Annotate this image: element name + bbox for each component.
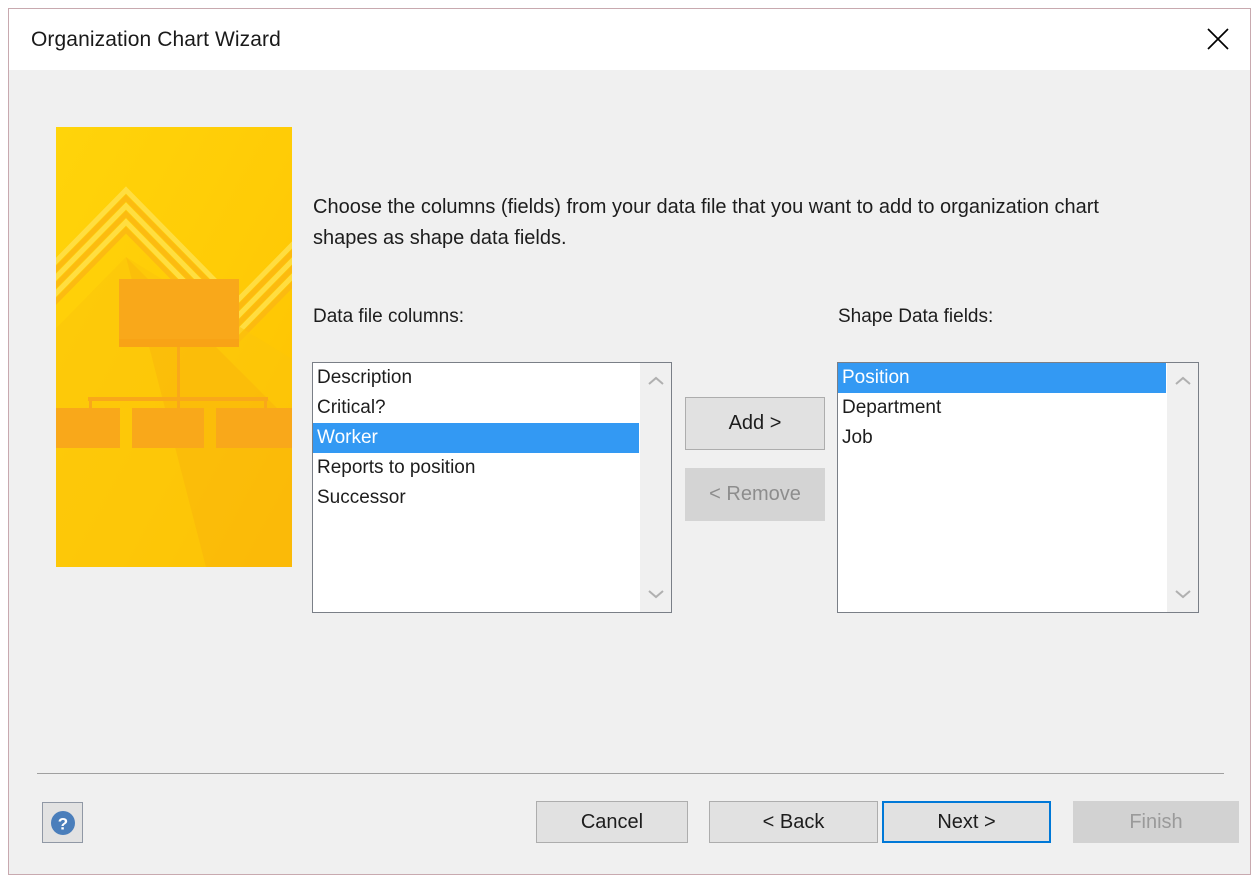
remove-button: < Remove: [685, 468, 825, 521]
question-mark-icon: ?: [48, 808, 78, 838]
scroll-up-button[interactable]: [640, 367, 671, 395]
list-item[interactable]: Job: [838, 423, 1166, 453]
back-button[interactable]: < Back: [709, 801, 878, 843]
close-button[interactable]: [1186, 9, 1250, 69]
wizard-banner-graphic: [56, 127, 292, 567]
chevron-up-icon: [1174, 375, 1192, 387]
cancel-button[interactable]: Cancel: [536, 801, 688, 843]
footer-separator: [37, 773, 1224, 774]
list-item[interactable]: Reports to position: [313, 453, 639, 483]
finish-button: Finish: [1073, 801, 1239, 843]
svg-text:?: ?: [57, 814, 67, 833]
list-item-selected[interactable]: Position: [838, 363, 1166, 393]
list-item[interactable]: Description: [313, 363, 639, 393]
data-file-columns-listbox[interactable]: Description Critical? Worker Reports to …: [312, 362, 672, 613]
data-file-columns-items: Description Critical? Worker Reports to …: [313, 363, 639, 612]
shape-data-fields-listbox[interactable]: Position Department Job: [837, 362, 1199, 613]
data-file-columns-scrollbar[interactable]: [639, 363, 671, 612]
add-button[interactable]: Add >: [685, 397, 825, 450]
list-item[interactable]: Department: [838, 393, 1166, 423]
chevron-down-icon: [647, 588, 665, 600]
scroll-up-button[interactable]: [1167, 367, 1198, 395]
next-button[interactable]: Next >: [882, 801, 1051, 843]
data-file-columns-label: Data file columns:: [313, 306, 464, 328]
scroll-down-button[interactable]: [1167, 580, 1198, 608]
scroll-down-button[interactable]: [640, 580, 671, 608]
shape-data-fields-scrollbar[interactable]: [1166, 363, 1198, 612]
chevron-up-icon: [647, 375, 665, 387]
chevron-down-icon: [1174, 588, 1192, 600]
close-icon: [1204, 25, 1232, 53]
list-item-selected[interactable]: Worker: [313, 423, 639, 453]
title-bar: Organization Chart Wizard: [9, 9, 1250, 70]
window-title: Organization Chart Wizard: [31, 28, 281, 52]
help-button[interactable]: ?: [42, 802, 83, 843]
instruction-text: Choose the columns (fields) from your da…: [313, 192, 1158, 254]
list-item[interactable]: Critical?: [313, 393, 639, 423]
organization-chart-wizard-dialog: Organization Chart Wizard: [8, 8, 1251, 875]
shape-data-fields-items: Position Department Job: [838, 363, 1166, 612]
dialog-body: Choose the columns (fields) from your da…: [9, 70, 1250, 874]
list-item[interactable]: Successor: [313, 483, 639, 513]
shape-data-fields-label: Shape Data fields:: [838, 306, 993, 328]
